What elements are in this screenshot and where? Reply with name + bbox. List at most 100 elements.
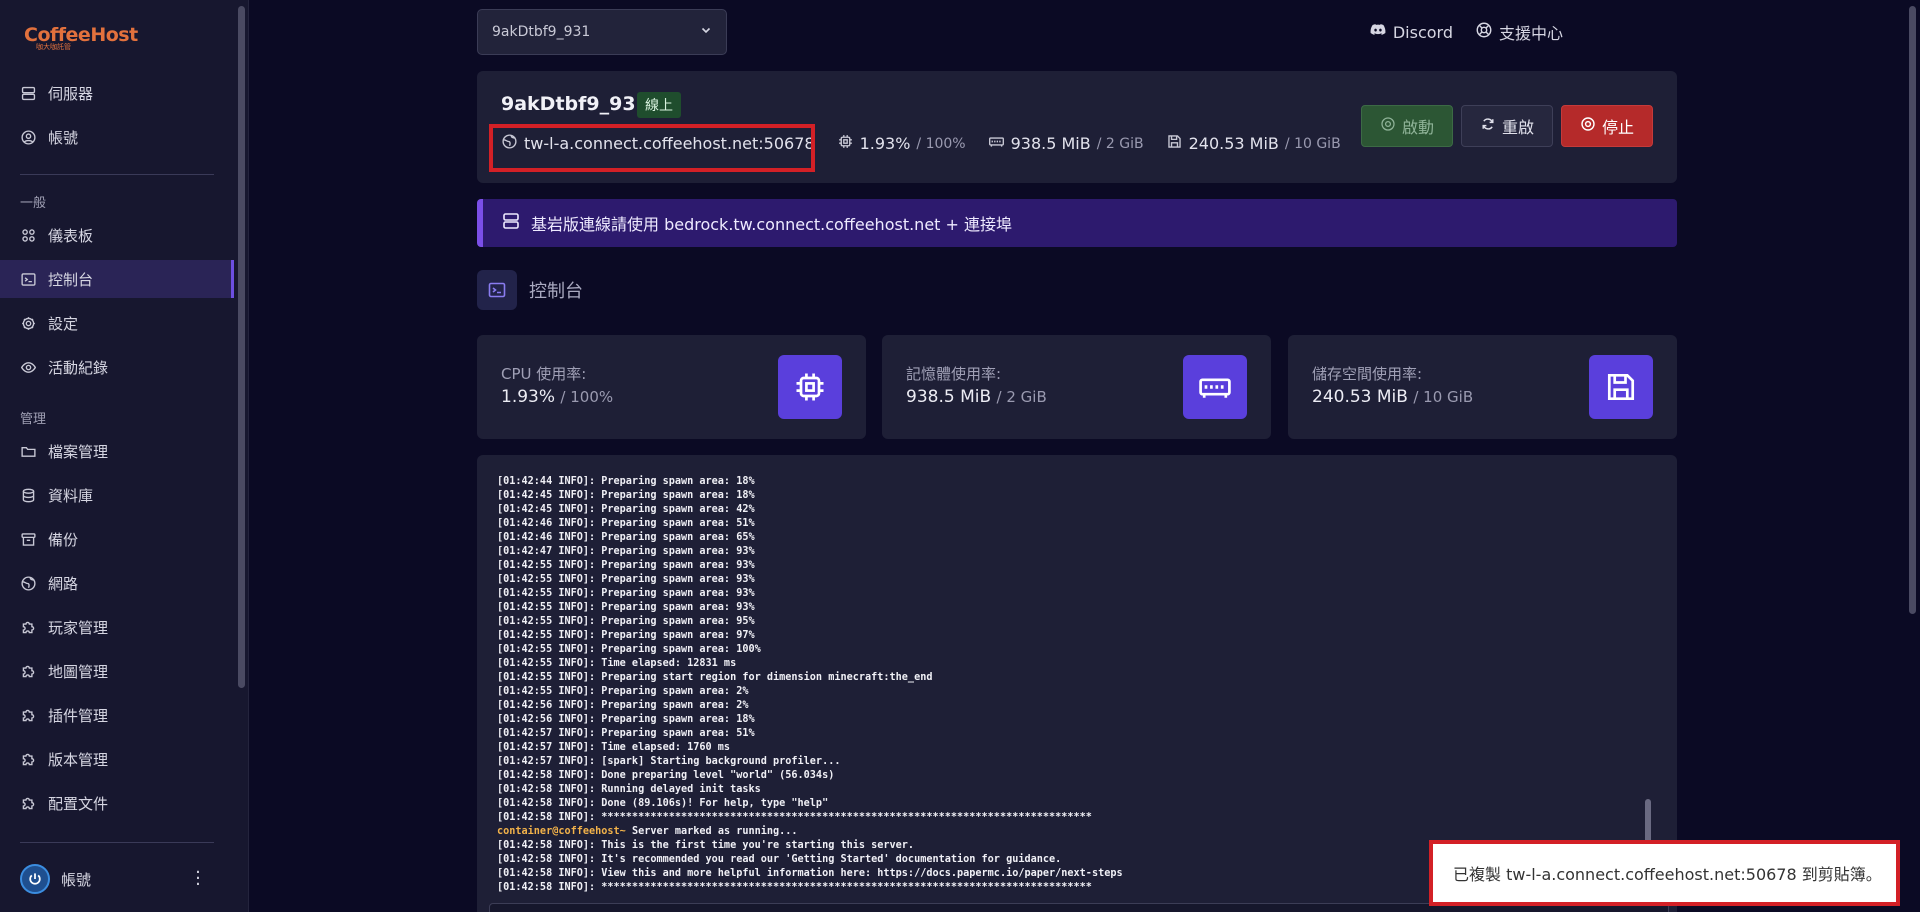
sidebar-item-database[interactable]: 資料庫 xyxy=(0,476,234,514)
sidebar-item-label: 版本管理 xyxy=(48,750,109,769)
copied-toast: 已複製 tw-l-a.connect.coffeehost.net:50678 … xyxy=(1429,840,1900,906)
console-line: [01:42:58 INFO]: ***********************… xyxy=(497,882,1092,893)
cpu-limit: / 100% xyxy=(916,135,966,152)
cpu-icon xyxy=(837,133,854,154)
sidebar-item-versions[interactable]: 版本管理 xyxy=(0,740,234,778)
start-button[interactable]: 啟動 xyxy=(1360,105,1453,147)
discord-link[interactable]: Discord xyxy=(1369,20,1453,44)
stop-button[interactable]: 停止 xyxy=(1560,105,1653,147)
brand-name-2: Host xyxy=(90,24,138,46)
sidebar-item-dashboard[interactable]: 儀表板 xyxy=(0,216,234,254)
console-line: [01:42:57 INFO]: Time elapsed: 1760 ms xyxy=(497,742,731,753)
console-line: [01:42:58 INFO]: Running delayed init ta… xyxy=(497,784,761,795)
console-line: [01:42:44 INFO]: Preparing spawn area: 1… xyxy=(497,476,755,487)
puzzle-icon xyxy=(20,707,37,724)
database-icon xyxy=(20,487,37,504)
console-line: [01:42:58 INFO]: View this and more help… xyxy=(497,868,1123,879)
disk-usage-card: 儲存空間使用率: 240.53 MiB / 10 GiB xyxy=(1288,335,1677,439)
discord-icon xyxy=(1369,21,1387,43)
sidebar-item-servers[interactable]: 伺服器 xyxy=(0,74,234,112)
console-line: [01:42:55 INFO]: Preparing spawn area: 9… xyxy=(497,602,755,613)
support-link[interactable]: 支援中心 xyxy=(1475,20,1563,44)
sidebar-item-console[interactable]: 控制台 xyxy=(0,260,234,298)
archive-icon xyxy=(20,531,37,548)
sidebar-item-label: 控制台 xyxy=(48,270,94,289)
sidebar-item-backups[interactable]: 備份 xyxy=(0,520,234,558)
more-options-icon[interactable]: · · · xyxy=(194,864,202,894)
puzzle-icon xyxy=(20,751,37,768)
support-label: 支援中心 xyxy=(1498,24,1563,43)
sidebar-item-label: 備份 xyxy=(48,530,79,549)
memory-icon xyxy=(1183,355,1247,419)
disk-value: 240.53 MiB xyxy=(1188,134,1279,153)
folder-icon xyxy=(20,443,37,460)
floppy-icon xyxy=(1589,355,1653,419)
sidebar-footer-account[interactable]: 帳號 xyxy=(20,864,202,894)
server-icon xyxy=(501,211,531,235)
sidebar-item-label: 檔案管理 xyxy=(48,442,109,461)
memory-icon xyxy=(988,133,1005,154)
sidebar-item-label: 玩家管理 xyxy=(48,618,109,637)
console-line: [01:42:46 INFO]: Preparing spawn area: 6… xyxy=(497,532,755,543)
cpu-usage-value: 1.93% / 100% xyxy=(501,387,613,407)
sidebar-scrollbar[interactable] xyxy=(238,6,245,688)
server-name: 9akDtbf9_931 xyxy=(501,93,649,115)
sidebar-item-account[interactable]: 帳號 xyxy=(0,118,234,156)
console-line: [01:42:58 INFO]: Done (89.106s)! For hel… xyxy=(497,798,829,809)
console-line: [01:42:55 INFO]: Preparing spawn area: 2… xyxy=(497,686,749,697)
console-line: [01:42:55 INFO]: Preparing spawn area: 1… xyxy=(497,644,761,655)
terminal-icon xyxy=(477,270,517,310)
toast-text: 已複製 tw-l-a.connect.coffeehost.net:50678 … xyxy=(1453,865,1882,884)
sidebar-item-plugins[interactable]: 插件管理 xyxy=(0,696,234,734)
sidebar-item-label: 資料庫 xyxy=(48,486,94,505)
console-line: [01:42:55 INFO]: Preparing spawn area: 9… xyxy=(497,560,755,571)
console-line: [01:42:55 INFO]: Preparing start region … xyxy=(497,672,933,683)
sidebar-item-settings[interactable]: 設定 xyxy=(0,304,234,342)
status-badge: 線上 xyxy=(637,92,681,118)
console-line: [01:42:56 INFO]: Preparing spawn area: 2… xyxy=(497,700,749,711)
puzzle-icon xyxy=(20,663,37,680)
gear-icon xyxy=(20,315,37,332)
server-select-dropdown[interactable]: 9akDtbf9_931 xyxy=(477,9,727,55)
disk-usage-value: 240.53 MiB / 10 GiB xyxy=(1312,387,1473,407)
console-line: [01:42:57 INFO]: [spark] Starting backgr… xyxy=(497,756,841,767)
disk-usage-label: 儲存空間使用率: xyxy=(1312,365,1423,383)
memory-stat: 938.5 MiB / 2 GiB xyxy=(988,133,1144,154)
restart-label: 重啟 xyxy=(1501,118,1534,137)
sidebar-item-label: 配置文件 xyxy=(48,794,109,813)
memory-usage-card: 記憶體使用率: 938.5 MiB / 2 GiB xyxy=(882,335,1271,439)
disk-usage-limit: / 10 GiB xyxy=(1413,388,1474,406)
memory-limit: / 2 GiB xyxy=(1096,135,1144,152)
stop-circle-icon xyxy=(1580,116,1596,136)
disk-usage-number: 240.53 MiB xyxy=(1312,387,1408,407)
console-line: [01:42:55 INFO]: Preparing spawn area: 9… xyxy=(497,588,755,599)
cpu-usage-number: 1.93% xyxy=(501,387,556,407)
sidebar-item-network[interactable]: 網路 xyxy=(0,564,234,602)
stop-label: 停止 xyxy=(1601,118,1634,137)
console-line: [01:42:45 INFO]: Preparing spawn area: 1… xyxy=(497,490,755,501)
section-label-general: 一般 xyxy=(20,196,47,211)
sidebar-item-label: 網路 xyxy=(48,574,79,593)
console-line: [01:42:55 INFO]: Preparing spawn area: 9… xyxy=(497,574,755,585)
sidebar-item-configs[interactable]: 配置文件 xyxy=(0,784,234,822)
user-circle-icon xyxy=(20,129,37,146)
brand-logo[interactable]: CoffeeHost 咖大咖託管 xyxy=(24,24,138,52)
restart-button[interactable]: 重啟 xyxy=(1460,105,1553,147)
console-title: 控制台 xyxy=(477,270,583,310)
console-line: [01:42:55 INFO]: Preparing spawn area: 9… xyxy=(497,616,755,627)
cpu-usage-card: CPU 使用率: 1.93% / 100% xyxy=(477,335,866,439)
cpu-usage-limit: / 100% xyxy=(560,388,614,406)
cpu-stat: 1.93% / 100% xyxy=(837,133,966,154)
power-actions: 啟動 重啟 停止 xyxy=(1360,105,1653,147)
console-title-text: 控制台 xyxy=(529,281,583,302)
puzzle-icon xyxy=(20,619,37,636)
page-scrollbar[interactable] xyxy=(1909,6,1916,614)
sidebar-item-activity[interactable]: 活動紀錄 xyxy=(0,348,234,386)
sidebar-item-maps[interactable]: 地圖管理 xyxy=(0,652,234,690)
floppy-icon xyxy=(1166,133,1183,154)
console-line: [01:42:58 INFO]: It's recommended you re… xyxy=(497,854,1062,865)
sidebar-item-files[interactable]: 檔案管理 xyxy=(0,432,234,470)
disk-stat: 240.53 MiB / 10 GiB xyxy=(1166,133,1341,154)
sidebar-item-players[interactable]: 玩家管理 xyxy=(0,608,234,646)
bedrock-info-banner: 基岩版連線請使用 bedrock.tw.connect.coffeehost.n… xyxy=(477,199,1677,247)
